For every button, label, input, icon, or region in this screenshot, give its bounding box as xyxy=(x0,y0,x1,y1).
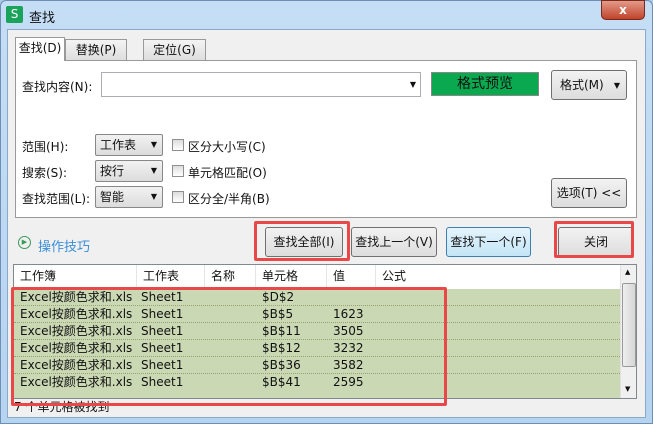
scrollbar-thumb[interactable] xyxy=(622,283,636,367)
format-button[interactable]: 格式(M) ▼ xyxy=(551,70,627,100)
chevron-down-icon: ▼ xyxy=(150,192,157,201)
match-case-checkbox[interactable] xyxy=(172,139,184,151)
app-logo-icon: S xyxy=(6,6,23,23)
look-in-value: 智能 xyxy=(100,190,125,204)
look-in-select[interactable]: 智能 ▼ xyxy=(95,186,163,208)
chevron-down-icon: ▼ xyxy=(150,140,157,149)
find-prev-button[interactable]: 查找上一个(V) xyxy=(351,227,437,257)
find-label: 查找内容(N): xyxy=(22,80,93,94)
width-match-label: 区分全/半角(B) xyxy=(188,192,270,206)
highlight-close xyxy=(554,221,634,258)
dropdown-arrow-icon[interactable]: ▼ xyxy=(410,80,416,89)
search-value: 按行 xyxy=(100,164,125,178)
highlight-find-all xyxy=(254,221,350,261)
find-next-button[interactable]: 查找下一个(F) xyxy=(446,227,531,257)
scroll-down-icon[interactable]: ▼ xyxy=(625,385,630,393)
scroll-up-icon[interactable]: ▲ xyxy=(625,268,630,276)
match-case-label: 区分大小写(C) xyxy=(188,140,266,154)
tab-goto[interactable]: 定位(G) xyxy=(143,39,206,61)
format-button-label: 格式(M) xyxy=(560,78,604,92)
col-header-name[interactable]: 名称 xyxy=(205,265,256,287)
play-icon: ▶ xyxy=(18,236,31,249)
scope-label: 范围(H): xyxy=(22,140,69,154)
cell-match-checkbox[interactable] xyxy=(172,165,184,177)
find-input[interactable]: ▼ xyxy=(101,72,421,97)
window-title: 查找 xyxy=(29,11,56,26)
width-match-checkbox[interactable] xyxy=(172,191,184,203)
chevron-down-icon: ▼ xyxy=(150,166,157,175)
options-button[interactable]: 选项(T) << xyxy=(551,178,627,208)
col-header-formula[interactable]: 公式 xyxy=(376,265,476,287)
vertical-scrollbar[interactable]: ▲ ▼ xyxy=(620,265,636,398)
scope-value: 工作表 xyxy=(100,138,137,152)
col-header-sheet[interactable]: 工作表 xyxy=(137,265,205,287)
search-label: 搜索(S): xyxy=(22,166,68,180)
chevron-down-icon: ▼ xyxy=(613,81,620,90)
col-header-cell[interactable]: 单元格 xyxy=(256,265,327,287)
help-link[interactable]: 操作技巧 xyxy=(38,236,90,255)
scope-select[interactable]: 工作表 ▼ xyxy=(95,134,163,156)
look-in-label: 查找范围(L): xyxy=(22,192,91,206)
col-header-workbook[interactable]: 工作簿 xyxy=(14,265,137,287)
tab-find[interactable]: 查找(D) xyxy=(15,37,65,61)
close-window-button[interactable]: x xyxy=(601,0,645,20)
format-preview: 格式预览 xyxy=(431,72,539,96)
cell-match-label: 单元格匹配(O) xyxy=(188,166,267,180)
search-select[interactable]: 按行 ▼ xyxy=(95,160,163,182)
tab-replace[interactable]: 替换(P) xyxy=(65,39,127,61)
col-header-value[interactable]: 值 xyxy=(327,265,376,287)
highlight-results xyxy=(11,287,447,406)
